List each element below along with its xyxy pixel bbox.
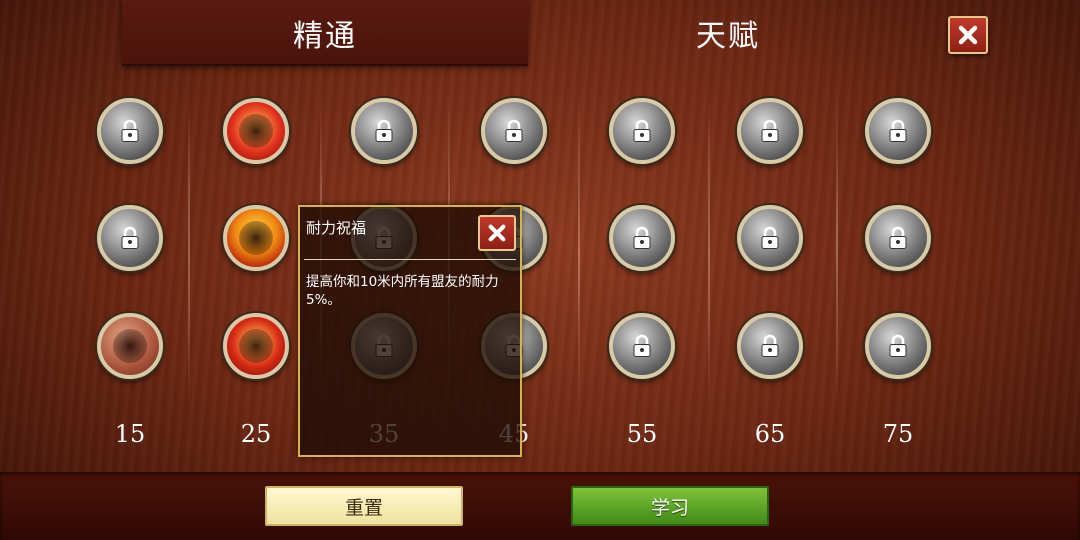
locked-slash-icon[interactable] bbox=[737, 98, 803, 164]
skill-tooltip: 耐力祝福 提高你和10米内所有盟友的耐力5%。 bbox=[298, 205, 522, 457]
lock-icon bbox=[503, 119, 525, 143]
lock-icon bbox=[759, 226, 781, 250]
locked-claw-icon[interactable] bbox=[351, 98, 417, 164]
rage-scream-icon-glyph bbox=[239, 114, 273, 148]
locked-whirl-icon[interactable] bbox=[481, 98, 547, 164]
lock-icon bbox=[373, 119, 395, 143]
reset-button[interactable]: 重置 bbox=[265, 486, 463, 526]
endurance-blessing-icon[interactable] bbox=[223, 205, 289, 271]
lock-icon bbox=[887, 334, 909, 358]
lock-icon bbox=[887, 226, 909, 250]
sprint-rune-icon-glyph bbox=[113, 329, 147, 363]
tooltip-close-button[interactable] bbox=[478, 215, 516, 251]
flame-helm-icon-glyph bbox=[239, 329, 273, 363]
tooltip-divider bbox=[304, 259, 516, 260]
lock-icon bbox=[759, 119, 781, 143]
locked-wing-icon[interactable] bbox=[865, 98, 931, 164]
column-divider bbox=[836, 96, 838, 406]
flame-helm-icon[interactable] bbox=[223, 313, 289, 379]
locked-fist-icon[interactable] bbox=[609, 313, 675, 379]
bottom-bar bbox=[0, 472, 1080, 540]
locked-target-icon[interactable] bbox=[737, 313, 803, 379]
tab-mastery[interactable]: 精通 bbox=[122, 0, 528, 66]
close-button[interactable] bbox=[948, 16, 988, 54]
lock-icon bbox=[631, 226, 653, 250]
tab-talent[interactable]: 天赋 bbox=[528, 0, 928, 66]
lock-icon bbox=[119, 226, 141, 250]
level-requirement: 25 bbox=[240, 420, 272, 448]
locked-shield-icon[interactable] bbox=[737, 205, 803, 271]
level-requirement: 65 bbox=[754, 420, 786, 448]
learn-button[interactable]: 学习 bbox=[571, 486, 769, 526]
lock-icon bbox=[119, 119, 141, 143]
level-requirement: 15 bbox=[114, 420, 146, 448]
endurance-blessing-icon-glyph bbox=[239, 221, 273, 255]
column-divider bbox=[578, 96, 580, 406]
locked-dash-icon[interactable] bbox=[97, 98, 163, 164]
tooltip-description: 提高你和10米内所有盟友的耐力5%。 bbox=[306, 274, 499, 308]
lock-icon bbox=[631, 334, 653, 358]
column-divider bbox=[188, 96, 190, 406]
close-icon bbox=[488, 224, 506, 242]
sprint-rune-icon[interactable] bbox=[97, 313, 163, 379]
locked-strike-icon[interactable] bbox=[865, 205, 931, 271]
level-requirement: 75 bbox=[882, 420, 914, 448]
locked-wheel-icon[interactable] bbox=[609, 205, 675, 271]
locked-hammer-icon[interactable] bbox=[609, 98, 675, 164]
lock-icon bbox=[759, 334, 781, 358]
column-divider bbox=[708, 96, 710, 406]
close-icon bbox=[958, 25, 978, 45]
rage-scream-icon[interactable] bbox=[223, 98, 289, 164]
locked-sword-icon[interactable] bbox=[97, 205, 163, 271]
locked-spirit-icon[interactable] bbox=[865, 313, 931, 379]
tooltip-title: 耐力祝福 bbox=[306, 219, 367, 237]
tab-bar: 精通 天赋 bbox=[0, 0, 1080, 66]
level-requirement: 55 bbox=[626, 420, 658, 448]
lock-icon bbox=[887, 119, 909, 143]
lock-icon bbox=[631, 119, 653, 143]
